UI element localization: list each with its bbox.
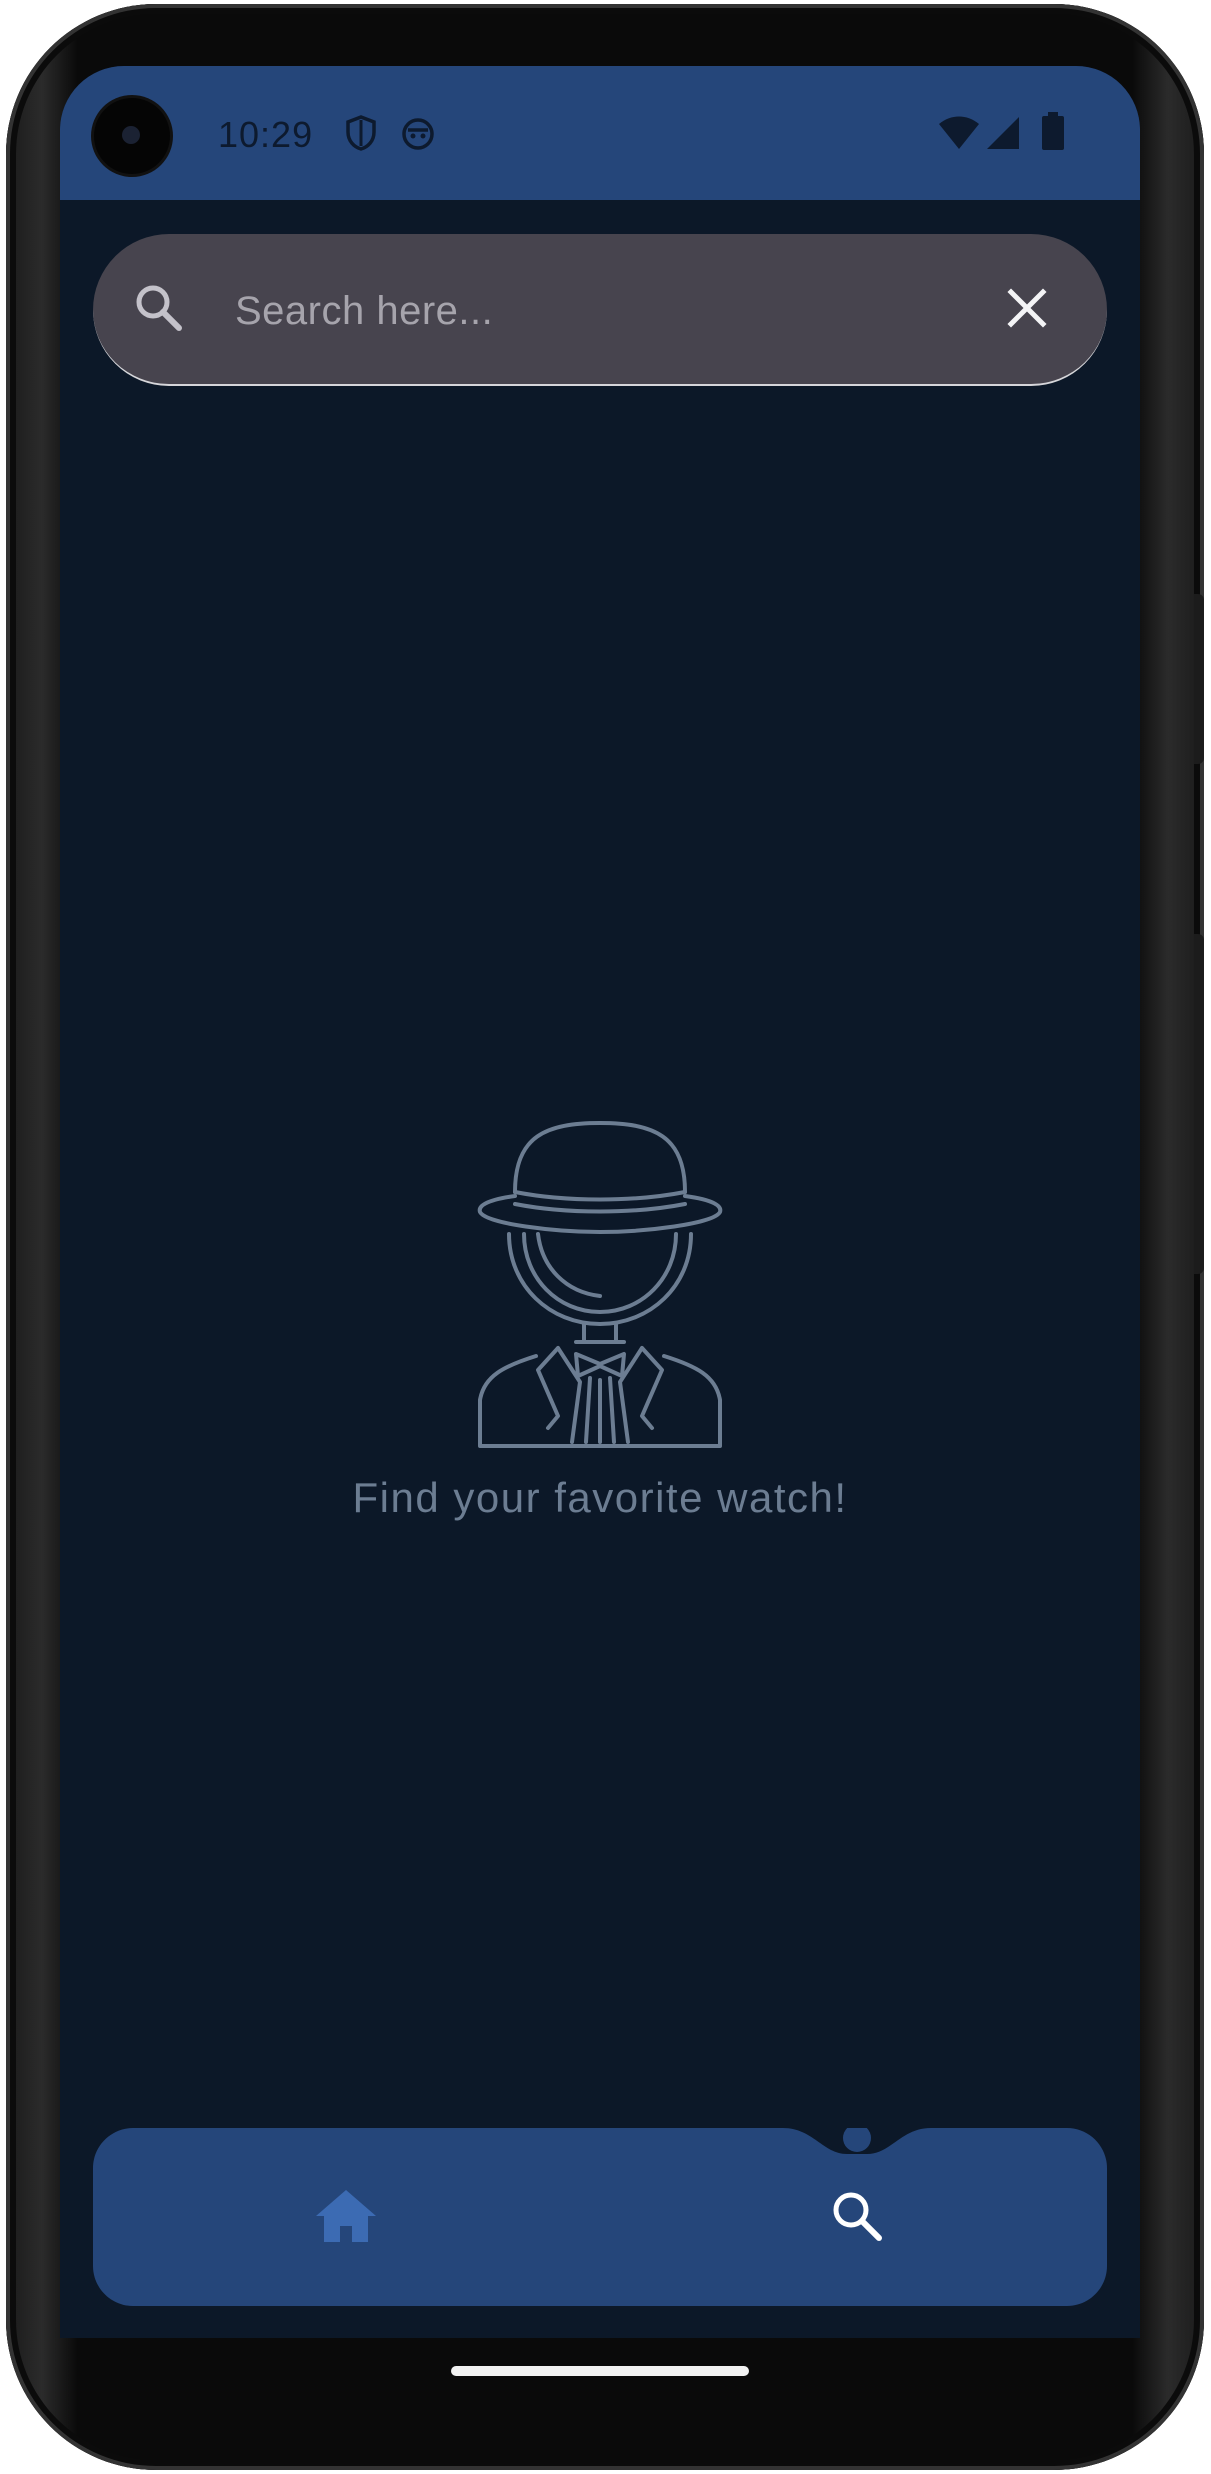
wifi-icon: [938, 116, 980, 155]
empty-state-message: Find your favorite watch!: [352, 1474, 848, 1521]
close-icon: [1007, 287, 1047, 333]
clear-search-button[interactable]: [993, 276, 1061, 344]
status-bar: 10:29: [60, 66, 1140, 200]
bottom-nav: [93, 2128, 1107, 2306]
shield-icon: [344, 114, 378, 157]
cellular-signal-icon: [986, 116, 1020, 155]
bottom-nav-background: [93, 2128, 1107, 2306]
search-icon: [131, 280, 187, 341]
front-camera: [94, 98, 170, 174]
app-screen: 10:29 Search here... Find your favorite …: [60, 66, 1140, 2338]
search-icon: [827, 2186, 887, 2251]
gesture-home-indicator[interactable]: [451, 2366, 749, 2376]
battery-icon: [1042, 112, 1064, 155]
detective-icon: [476, 1116, 724, 1461]
nav-home[interactable]: [298, 2170, 394, 2266]
volume-button: [1194, 934, 1204, 1274]
power-button: [1194, 594, 1204, 764]
home-icon: [314, 2188, 378, 2249]
status-app-icon: [400, 114, 436, 157]
nav-search[interactable]: [809, 2170, 905, 2266]
search-bar[interactable]: [93, 234, 1107, 386]
search-input[interactable]: [233, 270, 997, 352]
status-time: 10:29: [218, 114, 314, 155]
